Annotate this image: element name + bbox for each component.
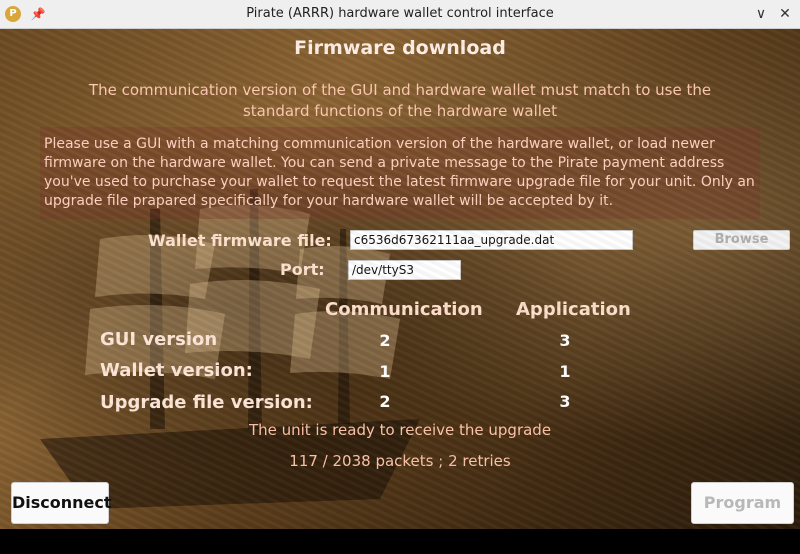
- gui-version-label: GUI version: [100, 329, 218, 350]
- application-column-header: Application: [516, 299, 631, 320]
- upgrade-instructions: Please use a GUI with a matching communi…: [40, 127, 760, 219]
- version-match-notice: The communication version of the GUI and…: [88, 81, 712, 120]
- port-label: Port:: [280, 260, 325, 279]
- transfer-progress-status: 117 / 2038 packets ; 2 retries: [289, 452, 511, 470]
- upgrade-file-version-label: Upgrade file version:: [100, 392, 313, 413]
- upgrade-application-version: 3: [559, 392, 571, 411]
- firmware-download-panel: Firmware download The communication vers…: [0, 29, 800, 529]
- title-bar: P 📌 Pirate (ARRR) hardware wallet contro…: [0, 0, 800, 29]
- wallet-application-version: 1: [559, 362, 571, 381]
- program-button[interactable]: Program: [691, 482, 794, 524]
- disconnect-button[interactable]: Disconnect: [11, 482, 112, 524]
- upgrade-ready-status: The unit is ready to receive the upgrade: [248, 421, 552, 439]
- upgrade-communication-version: 2: [379, 392, 391, 411]
- communication-column-header: Communication: [325, 299, 483, 320]
- bottom-edge: [0, 529, 800, 554]
- minimize-button[interactable]: ∨: [752, 5, 770, 23]
- close-button[interactable]: ✕: [776, 5, 794, 23]
- port-input[interactable]: /dev/ttyS3: [348, 260, 461, 280]
- wallet-version-label: Wallet version:: [100, 360, 253, 381]
- browse-button[interactable]: Browse: [693, 230, 790, 250]
- window-title: Pirate (ARRR) hardware wallet control in…: [246, 6, 554, 21]
- firmware-file-input[interactable]: c6536d67362111aa_upgrade.dat: [350, 230, 633, 250]
- gui-application-version: 3: [559, 331, 571, 350]
- firmware-file-label: Wallet firmware file:: [148, 231, 332, 250]
- wallet-communication-version: 1: [379, 362, 391, 381]
- page-title: Firmware download: [294, 37, 506, 59]
- pirate-ship-background-illustration: [40, 189, 420, 509]
- gui-communication-version: 2: [379, 331, 391, 350]
